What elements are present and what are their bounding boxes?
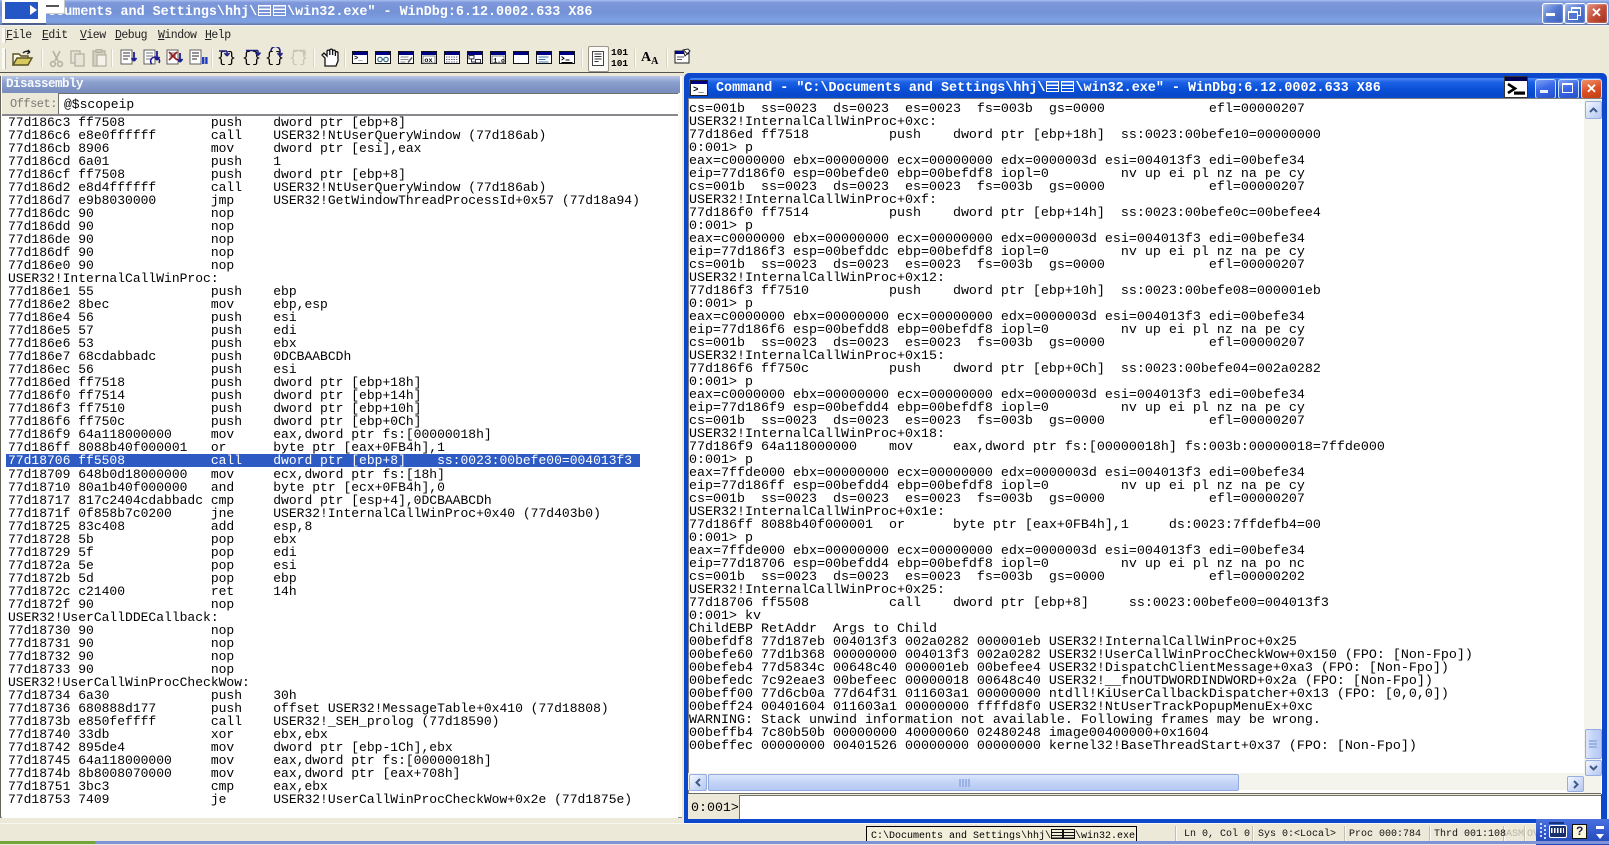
svg-text:ox: ox	[424, 57, 432, 64]
svg-text:1.o: 1.o	[493, 57, 505, 64]
